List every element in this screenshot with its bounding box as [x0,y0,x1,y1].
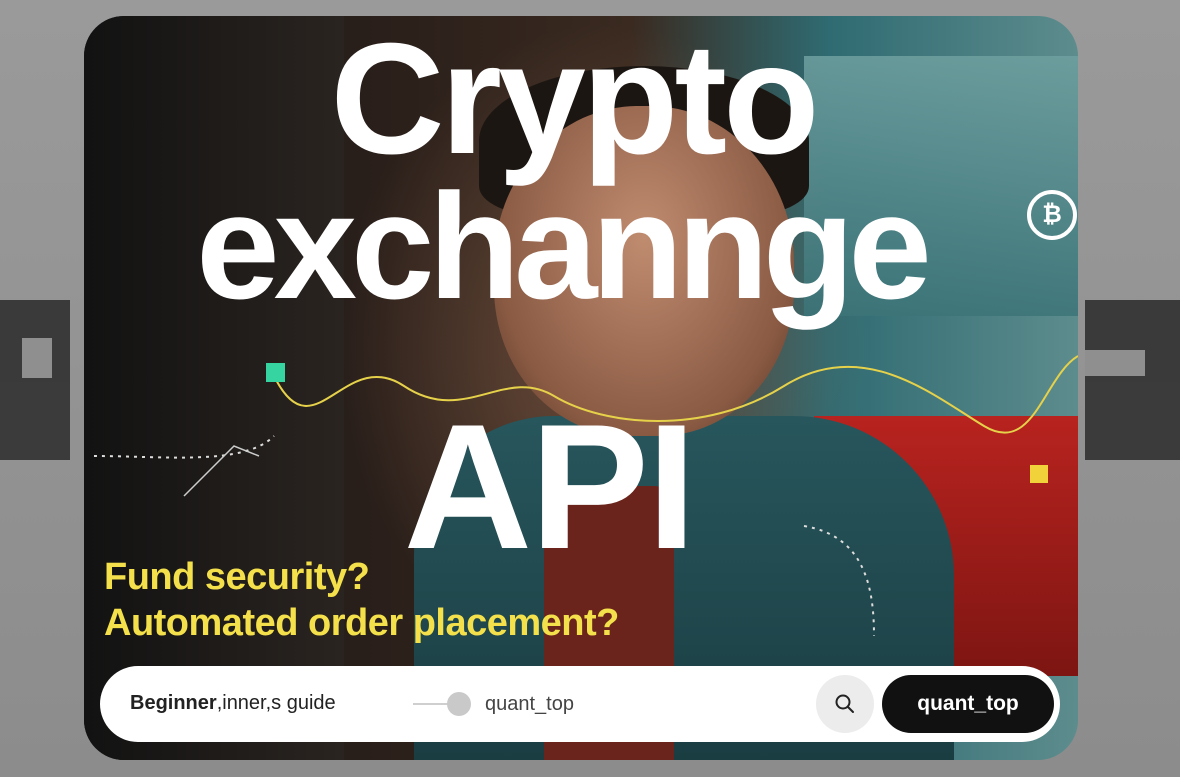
question-fund-security: Fund security? [104,556,370,598]
question-automated-orders: Automated order placement? [104,602,619,644]
bitcoin-icon: ₿ [1027,190,1077,240]
headline-line-1: Crypto [330,16,819,187]
background-letter-right [1085,300,1180,460]
quant-top-button[interactable]: quant_top [882,675,1054,733]
background-letter-left [0,300,70,460]
search-icon [835,694,854,713]
guide-label-rest: ,inner,s guide [216,692,336,714]
slider-toggle[interactable]: quant_top [413,692,633,716]
accent-square-green [266,363,285,382]
headline-line-2: exchannge [196,162,932,330]
headline-line-3: API [403,387,697,586]
promo-card: Crypto exchannge ₿ API Fund security? Au… [84,16,1078,760]
slider-knob[interactable] [447,692,471,716]
slider-label: quant_top [485,693,574,715]
search-button[interactable] [816,675,874,733]
guide-label-bold: Beginner [130,692,217,714]
bottom-bar: Beginner,inner,s guide quant_top quant_t… [100,666,1060,742]
guide-label: Beginner,inner,s guide [130,692,336,715]
